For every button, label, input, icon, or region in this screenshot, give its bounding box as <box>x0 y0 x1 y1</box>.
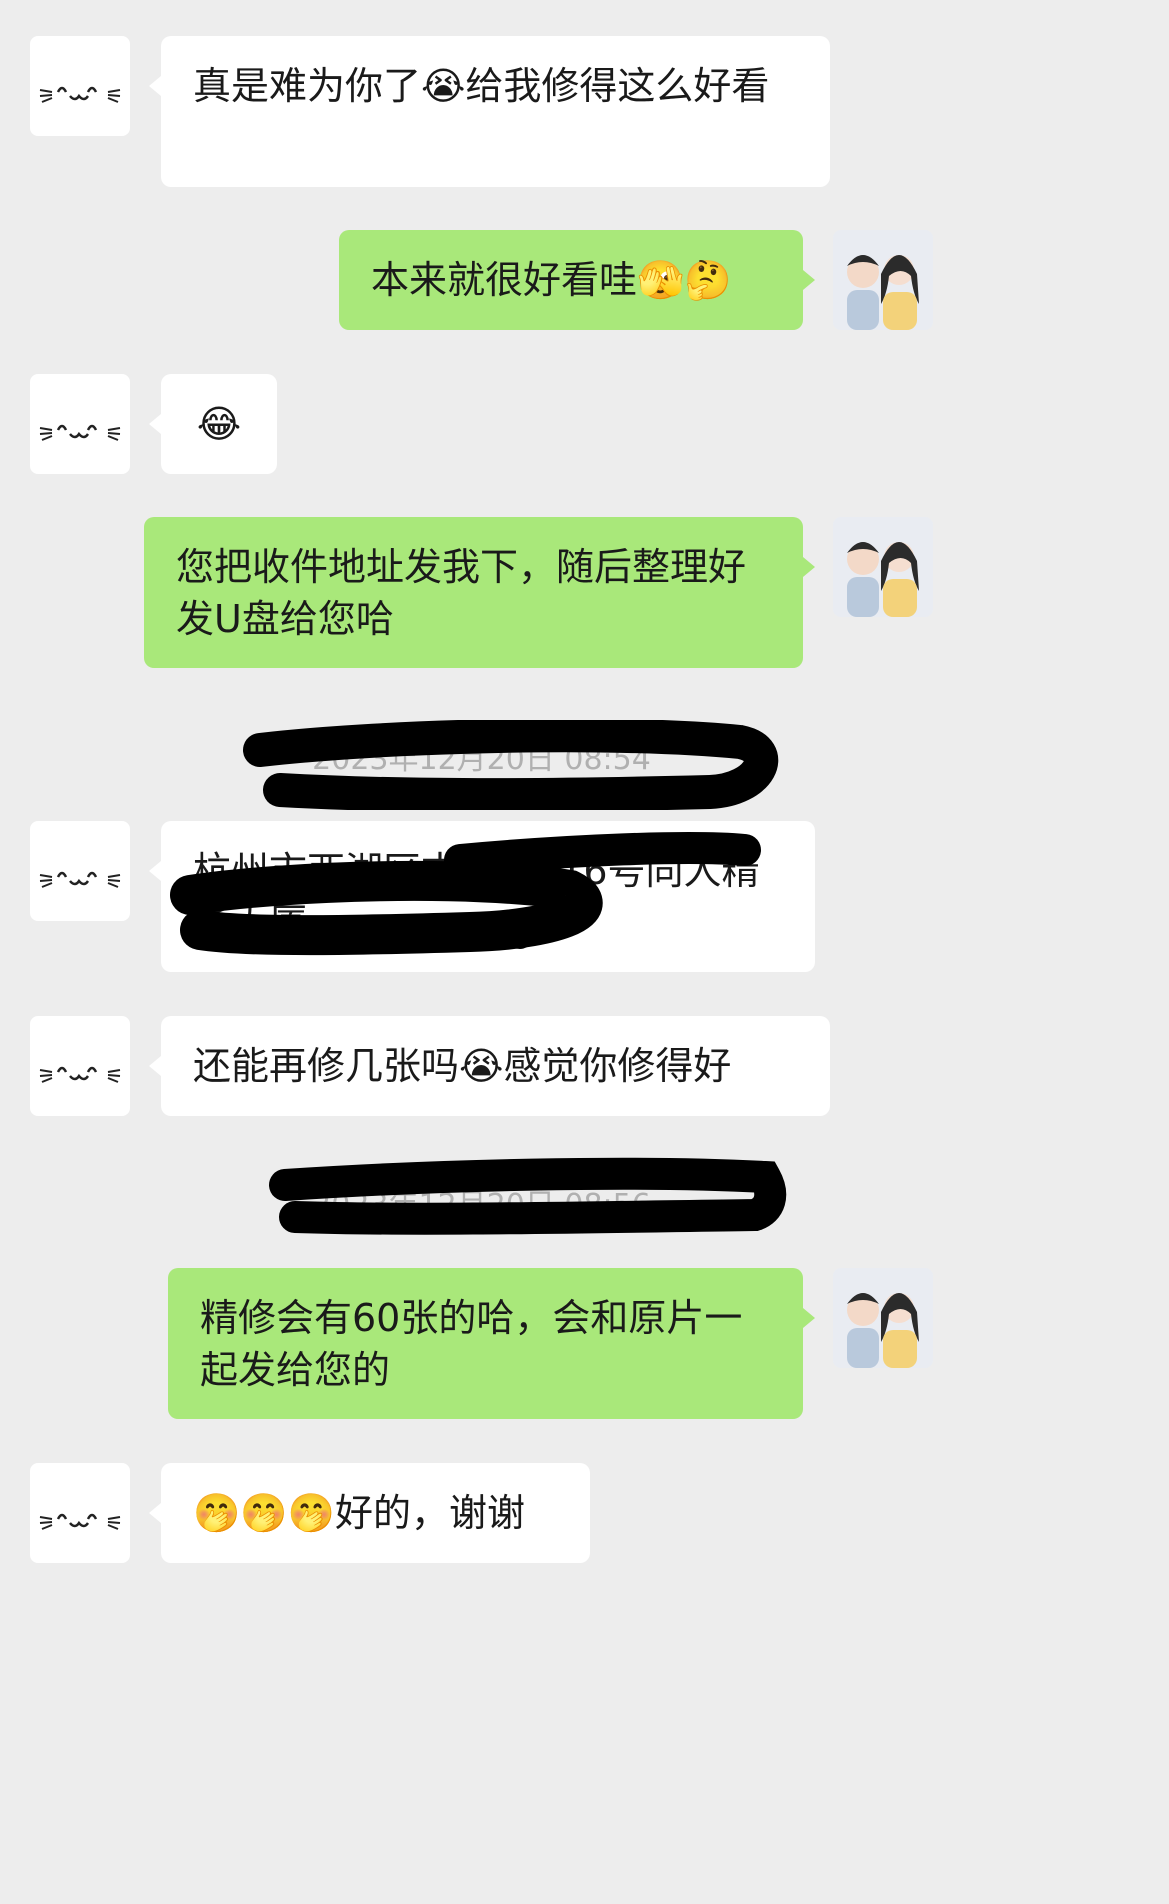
redaction-scribble <box>170 832 761 956</box>
contact-avatar[interactable] <box>30 1016 130 1116</box>
contact-avatar[interactable] <box>30 821 130 921</box>
message-bubble[interactable]: 本来就很好看哇🫣🤔 <box>339 230 803 330</box>
cat-face-icon <box>39 86 121 103</box>
contact-avatar[interactable] <box>30 36 130 136</box>
cat-face-icon <box>39 424 121 441</box>
message-bubble[interactable]: 😂 <box>161 374 277 474</box>
message-bubble[interactable]: 还能再修几张吗😭感觉你修得好 <box>161 1016 830 1116</box>
cat-face-icon <box>39 1513 121 1530</box>
message-bubble[interactable]: 您把收件地址发我下，随后整理好发U盘给您哈 <box>144 517 803 668</box>
couple-portrait-icon <box>833 230 933 330</box>
message-bubble[interactable]: 真是难为你了😭给我修得这么好看 <box>161 36 830 187</box>
my-avatar[interactable] <box>833 517 933 617</box>
cat-face-icon <box>39 1066 121 1083</box>
redaction-scribble <box>269 1157 787 1235</box>
my-avatar[interactable] <box>833 230 933 330</box>
cat-face-icon <box>39 871 121 888</box>
contact-avatar[interactable] <box>30 1463 130 1563</box>
couple-portrait-icon <box>833 1268 933 1368</box>
message-bubble[interactable]: 精修会有60张的哈，会和原片一起发给您的 <box>168 1268 803 1419</box>
message-bubble[interactable]: 🤭🤭🤭好的，谢谢 <box>161 1463 590 1563</box>
redaction-scribble <box>243 720 779 810</box>
contact-avatar[interactable] <box>30 374 130 474</box>
couple-portrait-icon <box>833 517 933 617</box>
my-avatar[interactable] <box>833 1268 933 1368</box>
